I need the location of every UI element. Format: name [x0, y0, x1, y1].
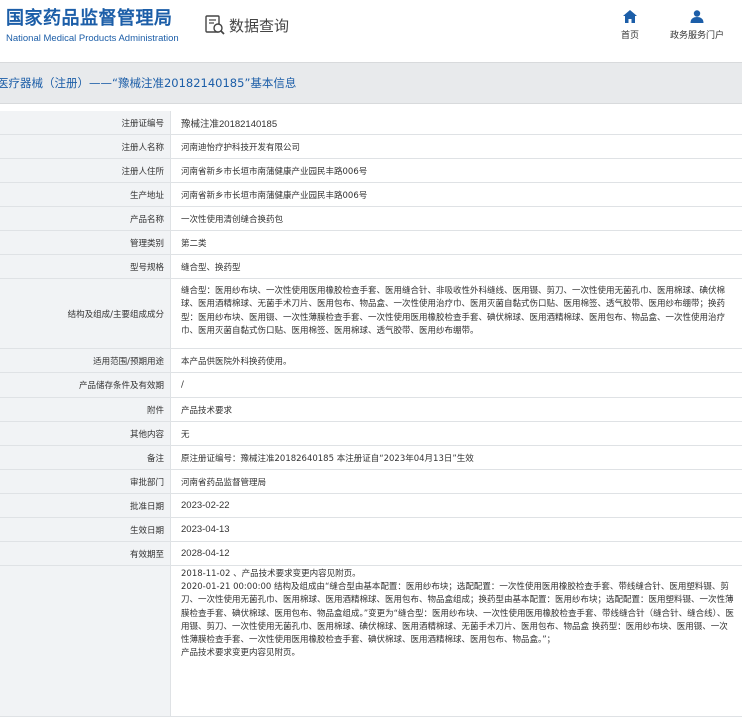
row-label: 生产地址 [0, 183, 171, 206]
row-value: / [181, 380, 184, 390]
table-row: 其他内容 无 [0, 422, 742, 446]
row-label: 管理类别 [0, 231, 171, 254]
row-value: 无 [181, 429, 190, 440]
table-row: 管理类别 第二类 [0, 231, 742, 255]
nav-service-portal-label: 政务服务门户 [669, 31, 724, 41]
change-history-label [0, 566, 171, 716]
table-row: 产品储存条件及有效期 / [0, 373, 742, 398]
change-history-line: 2020-01-21 00:00:00 结构及组成由“缝合型由基本配置：医用纱布… [181, 582, 734, 646]
row-label: 备注 [0, 446, 171, 469]
row-value: 2023-04-13 [181, 524, 230, 535]
table-row: 生产地址 河南省新乡市长垣市南蒲健康产业园民丰路006号 [0, 183, 742, 207]
nav-home-label: 首页 [620, 31, 639, 41]
table-row: 注册人住所 河南省新乡市长垣市南蒲健康产业园民丰路006号 [0, 159, 742, 183]
row-value: 缝合型、换药型 [181, 262, 241, 273]
row-value: 本产品供医院外科换药使用。 [181, 356, 292, 367]
change-history-value: 2018-11-02 、产品技术要求变更内容见附页。 2020-01-21 00… [171, 566, 742, 716]
row-label: 注册证编号 [0, 111, 171, 134]
row-label: 其他内容 [0, 422, 171, 445]
change-history-line: 产品技术要求变更内容见附页。 [181, 648, 301, 659]
table-row: 生效日期 2023-04-13 [0, 518, 742, 542]
page-title: 医疗器械（注册）——“豫械注准20182140185”基本信息 [0, 76, 297, 90]
change-history-line: 2018-11-02 、产品技术要求变更内容见附页。 [181, 569, 361, 579]
row-value: 第二类 [181, 238, 207, 249]
row-value: 河南省新乡市长垣市南蒲健康产业园民丰路006号 [181, 166, 368, 177]
row-value: 一次性使用清创缝合换药包 [181, 214, 284, 225]
row-label: 适用范围/预期用途 [0, 349, 171, 372]
row-label: 产品名称 [0, 207, 171, 230]
row-value: 河南省药品监督管理局 [181, 477, 267, 488]
row-value: 缝合型：医用纱布块、一次性使用医用橡胶检查手套、医用缝合针、非吸收性外科缝线、医… [181, 286, 726, 336]
table-row: 有效期至 2028-04-12 [0, 542, 742, 566]
row-label: 附件 [0, 398, 171, 421]
row-value: 2023-02-22 [181, 500, 230, 511]
row-value: 河南迪怡疗护科技开发有限公司 [181, 142, 301, 153]
table-row: 备注 原注册证编号：豫械注准20182640185 本注册证自“2023年04月… [0, 446, 742, 470]
row-label: 型号规格 [0, 255, 171, 278]
data-query-heading: 数据查询 [204, 14, 289, 36]
table-row: 适用范围/预期用途 本产品供医院外科换药使用。 [0, 349, 742, 373]
table-row: 审批部门 河南省药品监督管理局 [0, 470, 742, 494]
data-query-label: 数据查询 [229, 16, 290, 35]
row-label: 审批部门 [0, 470, 171, 493]
row-label: 产品储存条件及有效期 [0, 373, 171, 397]
site-header: 国家药品监督管理局 National Medical Products Admi… [0, 0, 742, 52]
logo-chinese-name: 国家药品监督管理局 [6, 8, 173, 29]
table-row: 注册人名称 河南迪怡疗护科技开发有限公司 [0, 135, 742, 159]
data-search-icon [204, 14, 226, 36]
table-row: 结构及组成/主要组成成分 缝合型：医用纱布块、一次性使用医用橡胶检查手套、医用缝… [0, 279, 742, 349]
row-label: 结构及组成/主要组成成分 [0, 279, 171, 348]
row-label: 生效日期 [0, 518, 171, 541]
table-row: 附件 产品技术要求 [0, 398, 742, 422]
table-row: 型号规格 缝合型、换药型 [0, 255, 742, 279]
table-row: 产品名称 一次性使用清创缝合换药包 [0, 207, 742, 231]
registration-info-table: 注册证编号 豫械注准20182140185 注册人名称 河南迪怡疗护科技开发有限… [0, 111, 742, 717]
row-label: 注册人名称 [0, 135, 171, 158]
nav-service-portal[interactable]: 政务服务门户 [664, 10, 730, 41]
row-value: 2028-04-12 [181, 548, 230, 559]
row-label: 有效期至 [0, 542, 171, 565]
logo-english-name: National Medical Products Administration [6, 33, 179, 44]
home-icon [623, 10, 637, 23]
row-value: 豫械注准20182140185 [181, 118, 278, 130]
site-logo[interactable]: 国家药品监督管理局 National Medical Products Admi… [6, 8, 179, 45]
row-value: 河南省新乡市长垣市南蒲健康产业园民丰路006号 [181, 190, 368, 201]
row-value: 原注册证编号：豫械注准20182640185 本注册证自“2023年04月13日… [181, 453, 474, 464]
record-title-bar: 医疗器械（注册）——“豫械注准20182140185”基本信息 [0, 62, 742, 104]
table-row: 注册证编号 豫械注准20182140185 [0, 111, 742, 135]
change-history-row: 2018-11-02 、产品技术要求变更内容见附页。 2020-01-21 00… [0, 566, 742, 717]
row-label: 注册人住所 [0, 159, 171, 182]
row-value: 产品技术要求 [181, 405, 233, 416]
row-label: 批准日期 [0, 494, 171, 517]
user-icon [690, 10, 704, 23]
table-row: 批准日期 2023-02-22 [0, 494, 742, 518]
nav-home[interactable]: 首页 [612, 10, 648, 41]
